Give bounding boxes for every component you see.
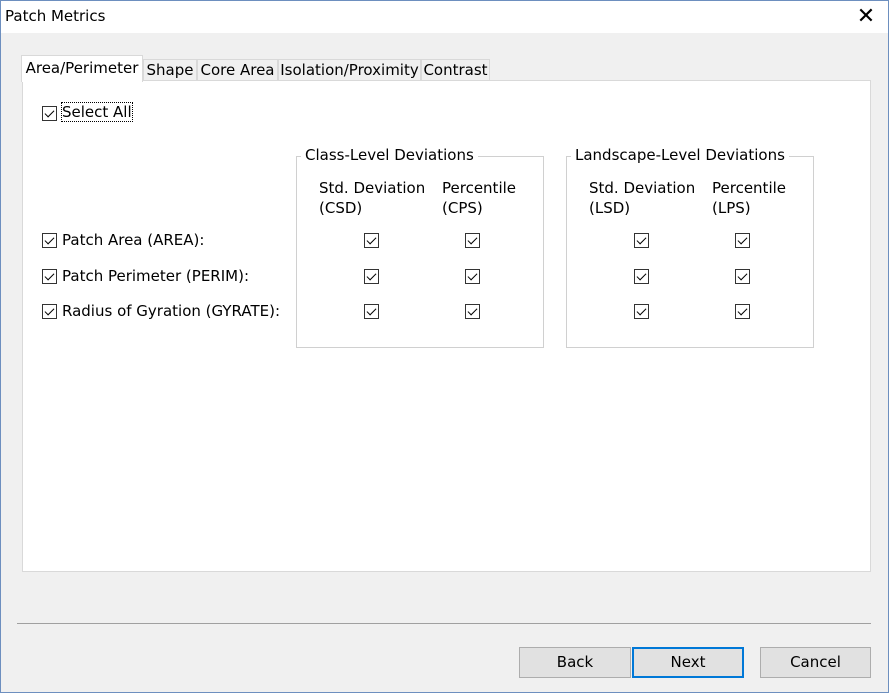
gyrate-lsd-checkbox[interactable] — [634, 304, 649, 319]
gyrate-lps-checkbox[interactable] — [735, 304, 750, 319]
select-all-checkbox[interactable] — [42, 106, 57, 121]
area-lps-checkbox[interactable] — [735, 233, 750, 248]
close-icon[interactable]: ✕ — [844, 1, 888, 33]
patch-perimeter-checkbox[interactable] — [42, 269, 57, 284]
tab-isolation-proximity[interactable]: Isolation/Proximity — [278, 59, 421, 81]
perim-cps-checkbox[interactable] — [465, 269, 480, 284]
tab-panel: Select All Patch Area (AREA): Patch Peri… — [22, 80, 871, 572]
landscape-level-title: Landscape-Level Deviations — [571, 146, 789, 164]
dialog-window: Patch Metrics ✕ Area/Perimeter Shape Cor… — [0, 0, 889, 693]
lsd-header-line1: Std. Deviation — [589, 179, 696, 197]
cps-header-line1: Percentile — [442, 179, 517, 197]
gyrate-cps-checkbox[interactable] — [465, 304, 480, 319]
gyrate-label: Radius of Gyration (GYRATE): — [62, 302, 280, 320]
perim-lps-checkbox[interactable] — [735, 269, 750, 284]
patch-perimeter-label: Patch Perimeter (PERIM): — [62, 267, 249, 285]
gyrate-csd-checkbox[interactable] — [364, 304, 379, 319]
csd-header: Std. Deviation (CSD) — [319, 178, 425, 218]
lps-header: Percentile (LPS) — [712, 178, 786, 218]
lps-header-line1: Percentile — [712, 179, 787, 197]
window-title: Patch Metrics — [5, 7, 106, 25]
area-cps-checkbox[interactable] — [465, 233, 480, 248]
footer-separator — [17, 623, 871, 624]
lsd-header: Std. Deviation (LSD) — [589, 178, 695, 218]
csd-header-line1: Std. Deviation — [319, 179, 426, 197]
back-button[interactable]: Back — [519, 647, 631, 678]
perim-csd-checkbox[interactable] — [364, 269, 379, 284]
tab-core-area[interactable]: Core Area — [197, 59, 278, 81]
lsd-header-line2: (LSD) — [589, 199, 631, 217]
select-all-label[interactable]: Select All — [61, 102, 133, 122]
gyrate-checkbox[interactable] — [42, 304, 57, 319]
class-level-group: Class-Level Deviations Std. Deviation (C… — [296, 146, 544, 348]
area-lsd-checkbox[interactable] — [634, 233, 649, 248]
tab-shape[interactable]: Shape — [143, 59, 197, 81]
cancel-button[interactable]: Cancel — [760, 647, 871, 678]
next-button[interactable]: Next — [632, 647, 744, 678]
title-bar: Patch Metrics ✕ — [1, 1, 888, 33]
cps-header: Percentile (CPS) — [442, 178, 516, 218]
patch-area-label: Patch Area (AREA): — [62, 231, 205, 249]
tab-contrast[interactable]: Contrast — [421, 59, 490, 81]
class-level-title: Class-Level Deviations — [301, 146, 478, 164]
csd-header-line2: (CSD) — [319, 199, 363, 217]
tab-area-perimeter[interactable]: Area/Perimeter — [21, 55, 143, 82]
patch-area-checkbox[interactable] — [42, 233, 57, 248]
landscape-level-group: Landscape-Level Deviations Std. Deviatio… — [566, 146, 814, 348]
perim-lsd-checkbox[interactable] — [634, 269, 649, 284]
cps-header-line2: (CPS) — [442, 199, 483, 217]
area-csd-checkbox[interactable] — [364, 233, 379, 248]
lps-header-line2: (LPS) — [712, 199, 751, 217]
